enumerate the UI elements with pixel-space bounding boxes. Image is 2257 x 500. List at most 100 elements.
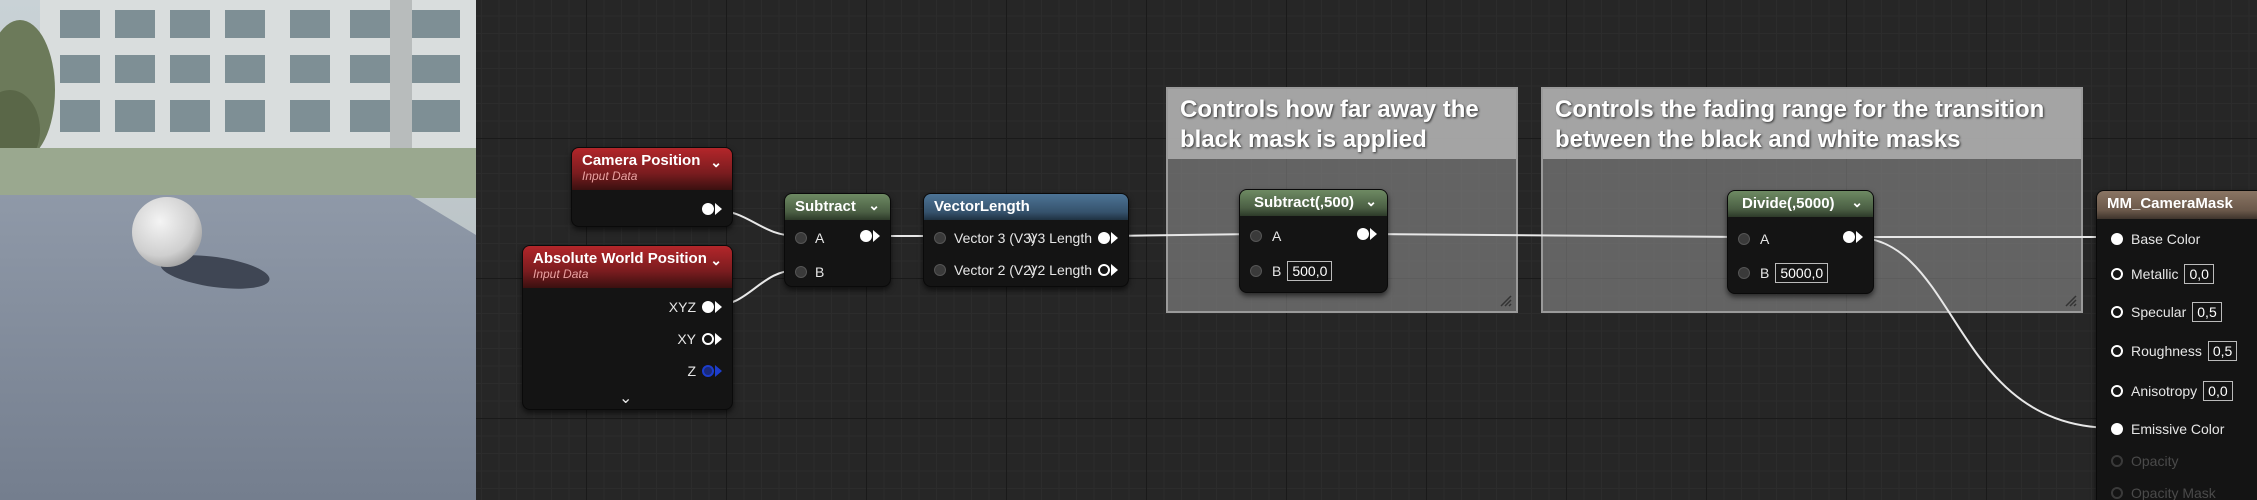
pin-disabled-icon [2111, 455, 2123, 467]
b-value-field[interactable]: 500,0 [1287, 261, 1333, 281]
pin-connected-icon[interactable] [860, 230, 872, 242]
pin-disconnected-icon[interactable] [1098, 264, 1110, 276]
pin-connected-icon[interactable] [2111, 233, 2123, 245]
chevron-down-icon[interactable]: ⌄ [710, 154, 722, 171]
pin-connected-icon[interactable] [1357, 228, 1369, 240]
node-vector-length[interactable]: VectorLength Vector 3 (V3) Vector 2 (V2)… [923, 193, 1129, 287]
pin-arrow-icon [715, 301, 722, 313]
output-pin[interactable] [702, 203, 722, 215]
pin-input-icon[interactable] [1738, 267, 1750, 279]
input-pin-opacity: Opacity [2111, 453, 2178, 469]
pin-disconnected-icon[interactable] [702, 333, 714, 345]
pin-arrow-icon [873, 230, 880, 242]
pin-connected-icon[interactable] [1843, 231, 1855, 243]
output-pin-xy[interactable]: XY [677, 331, 722, 347]
node-camera-position[interactable]: Camera Position Input Data ⌄ [571, 147, 733, 227]
pin-arrow-icon [1111, 232, 1118, 244]
pin-disconnected-icon[interactable] [2111, 306, 2123, 318]
resize-grip-icon[interactable] [1500, 295, 1512, 307]
preview-scene [0, 0, 476, 500]
node-material-result[interactable]: MM_CameraMask Base Color Metallic 0,0 Sp… [2096, 190, 2257, 500]
pin-input-icon[interactable] [795, 266, 807, 278]
pin-connected-icon[interactable] [702, 203, 714, 215]
output-pin-xyz[interactable]: XYZ [669, 299, 722, 315]
node-divide-5000[interactable]: Divide(,5000) ⌄ A B 5000,0 [1727, 190, 1874, 294]
pin-label: A [1760, 231, 1770, 247]
pin-label: B [815, 264, 825, 280]
input-pin-specular[interactable]: Specular 0,5 [2111, 302, 2222, 322]
node-header[interactable]: MM_CameraMask [2097, 191, 2257, 219]
node-header[interactable]: VectorLength [924, 194, 1128, 220]
preview-viewport[interactable] [0, 0, 476, 500]
node-title: Absolute World Position [533, 250, 707, 267]
input-pin-base-color[interactable]: Base Color [2111, 231, 2200, 247]
resize-grip-icon[interactable] [2065, 295, 2077, 307]
pin-arrow-icon [715, 333, 722, 345]
pin-label: V3 Length [1028, 230, 1092, 246]
output-pin-v3-length[interactable]: V3 Length [1028, 230, 1118, 246]
output-pin[interactable] [860, 230, 880, 242]
node-absolute-world-position[interactable]: Absolute World Position Input Data ⌄ XYZ… [522, 245, 733, 410]
chevron-down-icon[interactable]: ⌄ [710, 252, 722, 269]
node-header[interactable]: Camera Position Input Data ⌄ [572, 148, 732, 190]
pin-label: Anisotropy [2131, 383, 2198, 399]
pin-input-icon[interactable] [1738, 233, 1750, 245]
input-pin-metallic[interactable]: Metallic 0,0 [2111, 264, 2214, 284]
expand-chevron-icon[interactable]: ⌄ [619, 388, 632, 408]
pin-label: A [815, 230, 825, 246]
input-pin-anisotropy[interactable]: Anisotropy 0,0 [2111, 381, 2233, 401]
comment-title[interactable]: Controls how far away the black mask is … [1168, 89, 1516, 159]
pin-disconnected-icon[interactable] [2111, 345, 2123, 357]
node-title: MM_CameraMask [2107, 195, 2233, 212]
chevron-down-icon[interactable]: ⌄ [868, 197, 880, 214]
pin-input-icon[interactable] [934, 264, 946, 276]
node-subtitle: Input Data [533, 267, 589, 281]
output-pin-z[interactable]: Z [687, 363, 722, 379]
node-title: Subtract(,500) [1254, 194, 1355, 211]
pin-arrow-icon [1856, 231, 1863, 243]
input-pin-a[interactable]: A [1738, 231, 1769, 247]
input-pin-a[interactable]: A [795, 230, 824, 246]
pin-label: Vector 3 (V3) [954, 230, 1036, 246]
input-pin-a[interactable]: A [1250, 228, 1281, 244]
input-pin-vector3[interactable]: Vector 3 (V3) [934, 230, 1036, 246]
node-subtract-500[interactable]: Subtract(,500) ⌄ A B 500,0 [1239, 189, 1388, 293]
node-title: Subtract [795, 198, 856, 215]
pin-connected-icon[interactable] [1098, 232, 1110, 244]
pin-disconnected-icon[interactable] [702, 365, 714, 377]
pin-disconnected-icon[interactable] [2111, 385, 2123, 397]
node-header[interactable]: Absolute World Position Input Data ⌄ [523, 246, 732, 288]
output-pin[interactable] [1357, 228, 1377, 240]
input-pin-b[interactable]: B 5000,0 [1738, 263, 1829, 283]
node-title: VectorLength [934, 198, 1030, 215]
input-pin-b[interactable]: B [795, 264, 824, 280]
anisotropy-value-field[interactable]: 0,0 [2203, 381, 2233, 401]
node-header[interactable]: Divide(,5000) ⌄ [1728, 191, 1873, 217]
output-pin[interactable] [1843, 231, 1863, 243]
specular-value-field[interactable]: 0,5 [2192, 302, 2222, 322]
input-pin-b[interactable]: B 500,0 [1250, 261, 1333, 281]
input-pin-roughness[interactable]: Roughness 0,5 [2111, 341, 2238, 361]
node-title: Camera Position [582, 152, 701, 169]
input-pin-emissive-color[interactable]: Emissive Color [2111, 421, 2224, 437]
metallic-value-field[interactable]: 0,0 [2184, 264, 2214, 284]
pin-disconnected-icon[interactable] [2111, 268, 2123, 280]
pin-input-icon[interactable] [1250, 265, 1262, 277]
pin-arrow-icon [715, 203, 722, 215]
pin-input-icon[interactable] [934, 232, 946, 244]
roughness-value-field[interactable]: 0,5 [2207, 341, 2238, 361]
comment-title[interactable]: Controls the fading range for the transi… [1543, 89, 2081, 159]
node-header[interactable]: Subtract ⌄ [785, 194, 890, 220]
pin-arrow-icon [1111, 264, 1118, 276]
pin-connected-icon[interactable] [2111, 423, 2123, 435]
output-pin-v2-length[interactable]: V2 Length [1028, 262, 1118, 278]
node-header[interactable]: Subtract(,500) ⌄ [1240, 190, 1387, 216]
pin-input-icon[interactable] [795, 232, 807, 244]
pin-connected-icon[interactable] [702, 301, 714, 313]
pin-input-icon[interactable] [1250, 230, 1262, 242]
b-value-field[interactable]: 5000,0 [1775, 263, 1829, 283]
chevron-down-icon[interactable]: ⌄ [1851, 194, 1863, 211]
chevron-down-icon[interactable]: ⌄ [1365, 193, 1377, 210]
input-pin-vector2[interactable]: Vector 2 (V2) [934, 262, 1036, 278]
node-subtract[interactable]: Subtract ⌄ A B [784, 193, 891, 287]
